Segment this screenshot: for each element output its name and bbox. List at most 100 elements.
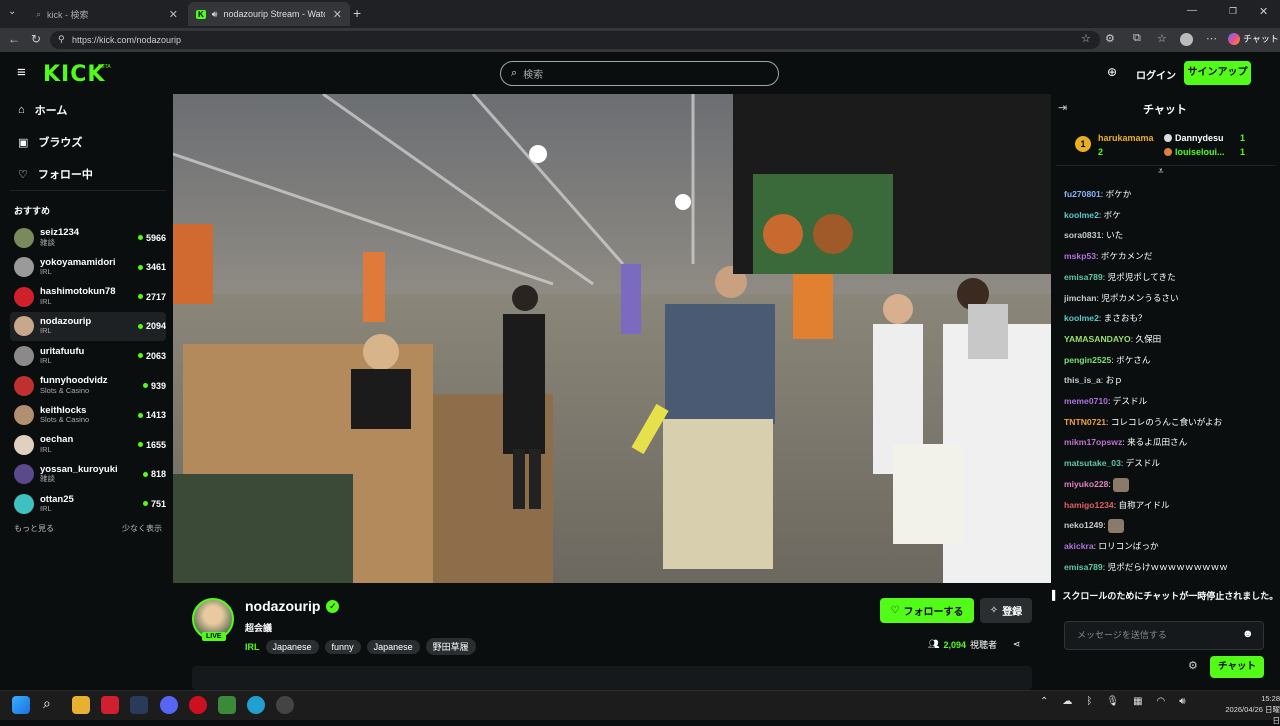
chevron-up-icon[interactable]: ⌃ xyxy=(1040,696,1048,707)
close-tab-icon[interactable]: ✕ xyxy=(333,8,342,21)
back-icon[interactable]: ← xyxy=(8,32,20,46)
browser-tab-kick[interactable]: K 🔊︎ nodazourip Stream - Watch Liv ✕ xyxy=(188,2,350,26)
sidebar-channel[interactable]: hashimotokun78 IRL 2717 xyxy=(10,282,166,311)
menu-dots-icon[interactable]: ⋯ xyxy=(1206,32,1217,45)
collapse-chat-icon[interactable]: ⇥ xyxy=(1058,101,1067,114)
chat-username[interactable]: fu270801 xyxy=(1064,189,1101,199)
chat-username[interactable]: pengin2525 xyxy=(1064,355,1111,365)
close-tab-icon[interactable]: ✕ xyxy=(169,8,178,21)
streamer-name[interactable]: nodazourip ✓ xyxy=(245,598,340,614)
sidebar-channel[interactable]: oechan IRL 1655 xyxy=(10,430,166,459)
tab-list-chevron-icon[interactable]: ⌄ xyxy=(8,6,16,17)
app-icon[interactable] xyxy=(276,696,294,714)
profile-avatar[interactable] xyxy=(1180,33,1193,46)
chat-username[interactable]: emisa789 xyxy=(1064,562,1103,572)
browser-tab-search[interactable]: ⌕ kick - 検索 ✕ xyxy=(28,2,186,26)
close-window-icon[interactable]: ✕ xyxy=(1259,5,1268,18)
chat-username[interactable]: koolme2 xyxy=(1064,210,1099,220)
maximize-icon[interactable]: ❐ xyxy=(1229,6,1237,17)
leader-entry[interactable]: louiseloui... xyxy=(1164,147,1225,157)
chat-username[interactable]: TNTN0721 xyxy=(1064,417,1106,427)
leader-name[interactable]: harukamama xyxy=(1098,133,1154,143)
show-more-link[interactable]: もっと見る xyxy=(14,523,54,534)
language-globe-icon[interactable]: ⊕ xyxy=(1107,65,1117,79)
sidebar-channel[interactable]: keithlocks Slots & Casino 1413 xyxy=(10,401,166,430)
nav-home[interactable]: ⌂ ホーム xyxy=(18,102,67,118)
system-tray[interactable]: ⌃ ☁ ᛒ 🎙︎ ▦ ◠ 🔊︎ xyxy=(1040,696,1186,707)
leader-entry[interactable]: Dannydesu xyxy=(1164,133,1224,143)
chat-username[interactable]: YAMASANDAYO xyxy=(1064,334,1131,344)
login-button[interactable]: ログイン xyxy=(1136,67,1176,82)
volume-icon[interactable]: 🔊︎ xyxy=(1179,696,1185,707)
copilot-chat-button[interactable]: チャット xyxy=(1228,32,1279,45)
follow-button[interactable]: ♡ フォローする xyxy=(880,598,974,623)
extensions-puzzle-icon[interactable]: ⧉ xyxy=(1133,32,1141,45)
show-less-link[interactable]: 少なく表示 xyxy=(122,523,162,534)
chat-username[interactable]: sora0831 xyxy=(1064,230,1101,240)
chat-username[interactable]: emisa789 xyxy=(1064,272,1103,282)
vivaldi-icon[interactable] xyxy=(101,696,119,714)
steam-icon[interactable] xyxy=(130,696,148,714)
nav-browse[interactable]: ▣ ブラウズ xyxy=(18,134,82,150)
sidebar-channel[interactable]: nodazourip IRL 2094 xyxy=(10,311,166,341)
discord-icon[interactable] xyxy=(160,696,178,714)
chat-username[interactable]: mskp53 xyxy=(1064,251,1096,261)
favorites-icon[interactable]: ☆ xyxy=(1157,32,1167,45)
sidebar-channel[interactable]: ottan25 IRL 751 xyxy=(10,489,166,518)
taskbar-search-icon[interactable]: ⌕ xyxy=(43,695,51,712)
search-input[interactable]: ⌕ 検索 xyxy=(500,61,779,86)
sidebar-channel[interactable]: yossan_kuroyuki 雑談 818 xyxy=(10,460,166,489)
emoji-icon[interactable]: ☻ xyxy=(1242,628,1254,640)
extension-icon[interactable]: ⚙ xyxy=(1105,32,1115,45)
chat-username[interactable]: neko1249 xyxy=(1064,520,1103,530)
taskbar-clock[interactable]: 15:28 2026/04/26 日曜日 xyxy=(1222,693,1280,726)
nav-following[interactable]: ♡ フォロー中 xyxy=(18,166,93,182)
wifi-icon[interactable]: ◠ xyxy=(1157,696,1166,707)
url-field[interactable]: https://kick.com/nodazourip xyxy=(50,31,1100,49)
bookmark-star-icon[interactable]: ☆ xyxy=(1081,32,1091,45)
sidebar-channel[interactable]: funnyhoodvidz Slots & Casino 939 xyxy=(10,371,166,400)
tag-pill[interactable]: Japanese xyxy=(366,639,420,654)
app-tray-icon[interactable]: ▦ xyxy=(1133,696,1142,707)
speaker-icon[interactable]: 🔊︎ xyxy=(212,9,218,20)
sidebar-channel[interactable]: uritafuufu IRL 2063 xyxy=(10,341,166,370)
chat-username[interactable]: koolme2 xyxy=(1064,313,1099,323)
windows-start-icon[interactable] xyxy=(12,696,30,714)
chat-username[interactable]: jimchan xyxy=(1064,293,1096,303)
edge-icon[interactable] xyxy=(247,696,265,714)
chat-paused-notice[interactable]: ▌ スクロールのためにチャットが一時停止されました。 xyxy=(1048,585,1280,605)
sidebar-channel[interactable]: seiz1234 雑談 5966 xyxy=(10,223,166,252)
tag-pill[interactable]: funny xyxy=(324,639,361,654)
bluetooth-icon[interactable]: ᛒ xyxy=(1086,696,1092,707)
kick-logo[interactable]: KICK xyxy=(43,62,105,87)
cloud-icon[interactable]: ☁ xyxy=(1062,696,1072,707)
app-icon[interactable] xyxy=(218,696,236,714)
chat-username[interactable]: matsutake_03 xyxy=(1064,458,1121,468)
tag-pill[interactable]: 野田草履 xyxy=(425,638,476,655)
category-link[interactable]: IRL xyxy=(245,642,260,652)
microphone-icon[interactable]: 🎙︎ xyxy=(1106,696,1119,707)
chat-username[interactable]: this_is_a xyxy=(1064,375,1101,385)
file-explorer-icon[interactable] xyxy=(72,696,90,714)
chat-username[interactable]: miyuko228 xyxy=(1064,479,1108,489)
minimize-icon[interactable]: — xyxy=(1187,5,1197,16)
signup-button[interactable]: サインアップ xyxy=(1184,61,1251,85)
new-tab-icon[interactable]: + xyxy=(353,5,361,21)
chat-username[interactable]: meme0710 xyxy=(1064,396,1108,406)
video-player[interactable] xyxy=(173,94,1051,583)
opera-icon[interactable] xyxy=(189,696,207,714)
share-icon[interactable]: ⋖ xyxy=(1013,639,1021,650)
site-info-icon[interactable]: ⚲ xyxy=(58,34,65,45)
chat-username[interactable]: hamigo1234 xyxy=(1064,500,1114,510)
chat-username[interactable]: mikm17opswz xyxy=(1064,437,1122,447)
subscribe-button[interactable]: ✧ 登録 xyxy=(980,598,1032,623)
tag-pill[interactable]: Japanese xyxy=(265,639,319,654)
expand-leaderboard-icon[interactable]: ⩡ xyxy=(1158,166,1164,177)
reload-icon[interactable]: ↻ xyxy=(31,32,41,46)
chat-input[interactable]: メッセージを送信する xyxy=(1064,621,1264,650)
hamburger-menu-icon[interactable]: ≡ xyxy=(17,64,26,81)
chat-settings-gear-icon[interactable]: ⚙ xyxy=(1188,659,1198,672)
send-chat-button[interactable]: チャット xyxy=(1210,656,1264,678)
sidebar-channel[interactable]: yokoyamamidori IRL 3461 xyxy=(10,253,166,282)
chat-username[interactable]: akickra xyxy=(1064,541,1094,551)
